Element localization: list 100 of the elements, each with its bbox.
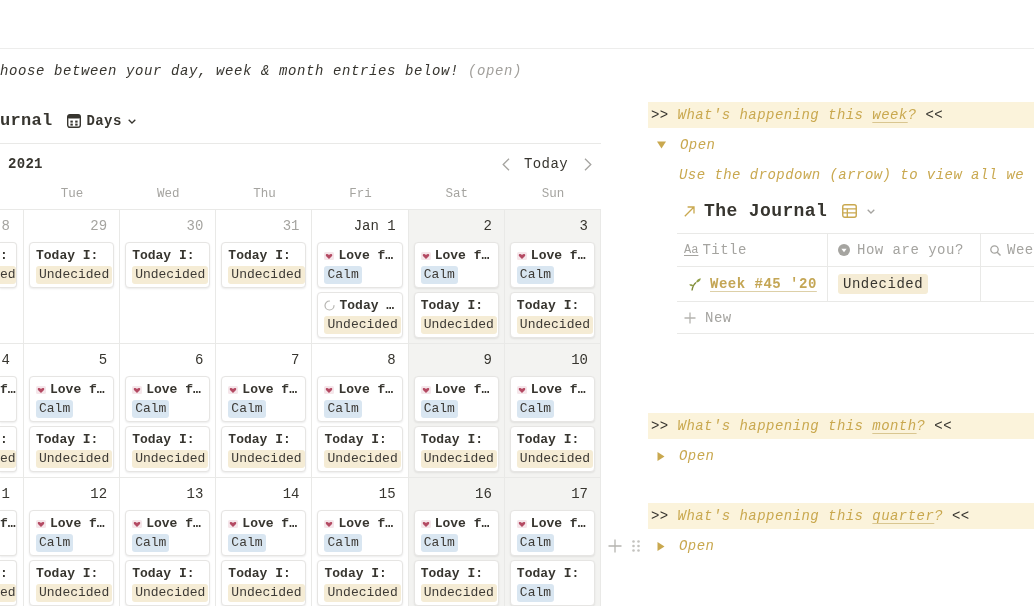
heart-icon (324, 385, 335, 394)
mood-tag: Calm (420, 266, 458, 284)
entry-card[interactable]: Love f… Calm (221, 510, 307, 556)
entry-card[interactable]: Love f… Calm (413, 242, 499, 288)
entry-card[interactable]: Today I: Undecided (413, 292, 499, 338)
entry-card[interactable]: Today … Undecided (317, 292, 403, 338)
mood-tag: Calm (36, 534, 74, 552)
entry-card[interactable]: Love f… Calm (125, 376, 211, 422)
mood-tag: Undecided (324, 584, 401, 602)
entry-card[interactable]: Love f… Calm (509, 242, 595, 288)
heart-icon (420, 385, 431, 394)
caret-right-icon[interactable] (657, 451, 665, 461)
entry-title: Today I: (516, 431, 580, 448)
mood-tag: Undecided (132, 584, 209, 602)
today-button[interactable]: Today (518, 152, 574, 176)
entry-card[interactable]: : ed (0, 426, 17, 472)
entry-card[interactable]: f… (0, 376, 17, 422)
drag-handle-icon[interactable] (631, 539, 641, 553)
entry-title: f… (0, 381, 16, 398)
entry-card[interactable]: Love f… Calm (29, 510, 115, 556)
mood-tag: Calm (516, 534, 555, 552)
entry-title: Love f… (50, 515, 105, 532)
entry-card[interactable]: : ed (0, 242, 17, 288)
text-type-icon: Aa (684, 242, 699, 258)
date-number: 14 (282, 485, 300, 504)
entry-card[interactable]: Love f… Calm (317, 376, 403, 422)
mood-tag: Undecided (324, 316, 401, 334)
entry-card[interactable]: Today I: Undecided (317, 426, 403, 472)
entry-card[interactable]: Today I: Undecided (509, 292, 595, 338)
date-number: 10 (571, 351, 588, 370)
entry-card[interactable]: Today I: Undecided (29, 426, 115, 472)
mood-tag: Calm (324, 266, 362, 284)
entry-card[interactable]: Love f… Calm (317, 242, 403, 288)
mood-tag: Calm (324, 534, 362, 552)
calendar-icon (66, 114, 81, 128)
mood-tag: Calm (228, 400, 266, 418)
entry-card[interactable]: Love f… Calm (221, 376, 307, 422)
entry-title: Love f… (530, 381, 586, 398)
mood-tag: Calm (516, 266, 555, 284)
date-number: Jan 1 (353, 217, 396, 236)
mood-tag: Calm (36, 400, 74, 418)
entry-title: Love f… (434, 515, 490, 532)
heart-icon (132, 385, 143, 394)
entry-title: f… (0, 515, 16, 532)
entry-card[interactable]: Today I: Undecided (221, 242, 307, 288)
caret-right-icon[interactable] (657, 541, 665, 551)
entry-title: Love f… (242, 381, 297, 398)
entry-title: Today I: (420, 431, 484, 448)
entry-card[interactable]: : ed (0, 560, 17, 606)
entry-card[interactable]: Today I: Undecided (413, 560, 499, 606)
entry-title: Today … (339, 297, 395, 314)
entry-card[interactable]: Love f… Calm (509, 510, 595, 556)
entry-title: : (0, 247, 8, 264)
entry-card[interactable]: Love f… Calm (509, 376, 595, 422)
entry-title: Love f… (434, 381, 490, 398)
select-property-icon (838, 244, 850, 256)
entry-card[interactable]: Today I: Undecided (413, 426, 499, 472)
entry-card[interactable]: Love f… Calm (413, 510, 499, 556)
entry-card[interactable]: Today I: Undecided (221, 426, 307, 472)
mood-tag: Calm (516, 400, 555, 418)
heart-icon (132, 519, 143, 528)
entry-title: Love f… (146, 381, 201, 398)
toggle-heading: >> What's happening this week? << (648, 102, 1034, 128)
table-icon[interactable] (842, 204, 858, 218)
entry-card[interactable]: Today I: Undecided (29, 560, 115, 606)
entry-title: Today I: (36, 431, 99, 448)
entry-title: Love f… (434, 247, 490, 264)
entry-card[interactable]: Love f… Calm (125, 510, 211, 556)
entry-title: Today I: (324, 431, 387, 448)
chevron-left-icon[interactable] (502, 157, 510, 171)
entry-card[interactable]: Today I: Undecided (125, 242, 211, 288)
weekday-label: Wed (157, 186, 180, 203)
arrow-up-right-icon[interactable] (684, 205, 695, 217)
chevron-right-icon[interactable] (584, 157, 592, 171)
entry-card[interactable]: Love f… Calm (317, 510, 403, 556)
entry-card[interactable]: Today I: Undecided (125, 560, 211, 606)
linked-database-title: The Journal (704, 200, 828, 223)
entry-card[interactable]: Today I: Undecided (29, 242, 115, 288)
entry-card[interactable]: Love f… Calm (29, 376, 115, 422)
date-number: 29 (90, 217, 108, 236)
sprout-icon (689, 277, 701, 291)
entry-card[interactable]: f… (0, 510, 17, 556)
entry-title: Love f… (530, 515, 586, 532)
entry-card[interactable]: Today I: Undecided (509, 426, 595, 472)
date-number: 4 (1, 351, 10, 370)
entry-card[interactable]: Today I: Undecided (125, 426, 211, 472)
view-selector[interactable]: Days (64, 110, 138, 132)
entry-title: Love f… (338, 247, 394, 264)
mood-tag: Undecided (132, 266, 209, 284)
entry-card[interactable]: Love f… Calm (413, 376, 499, 422)
entry-title: Today I: (228, 431, 291, 448)
entry-card[interactable]: Today I: Undecided (221, 560, 307, 606)
entry-card[interactable]: Today I: Calm (509, 560, 595, 606)
entry-card[interactable]: Today I: Undecided (317, 560, 403, 606)
plus-icon[interactable] (608, 539, 622, 553)
heart-icon (324, 251, 335, 260)
mood-tag: Undecided (36, 450, 113, 468)
mood-tag: Calm (228, 534, 266, 552)
heart-icon (36, 519, 46, 528)
caret-down-icon[interactable] (657, 141, 666, 149)
